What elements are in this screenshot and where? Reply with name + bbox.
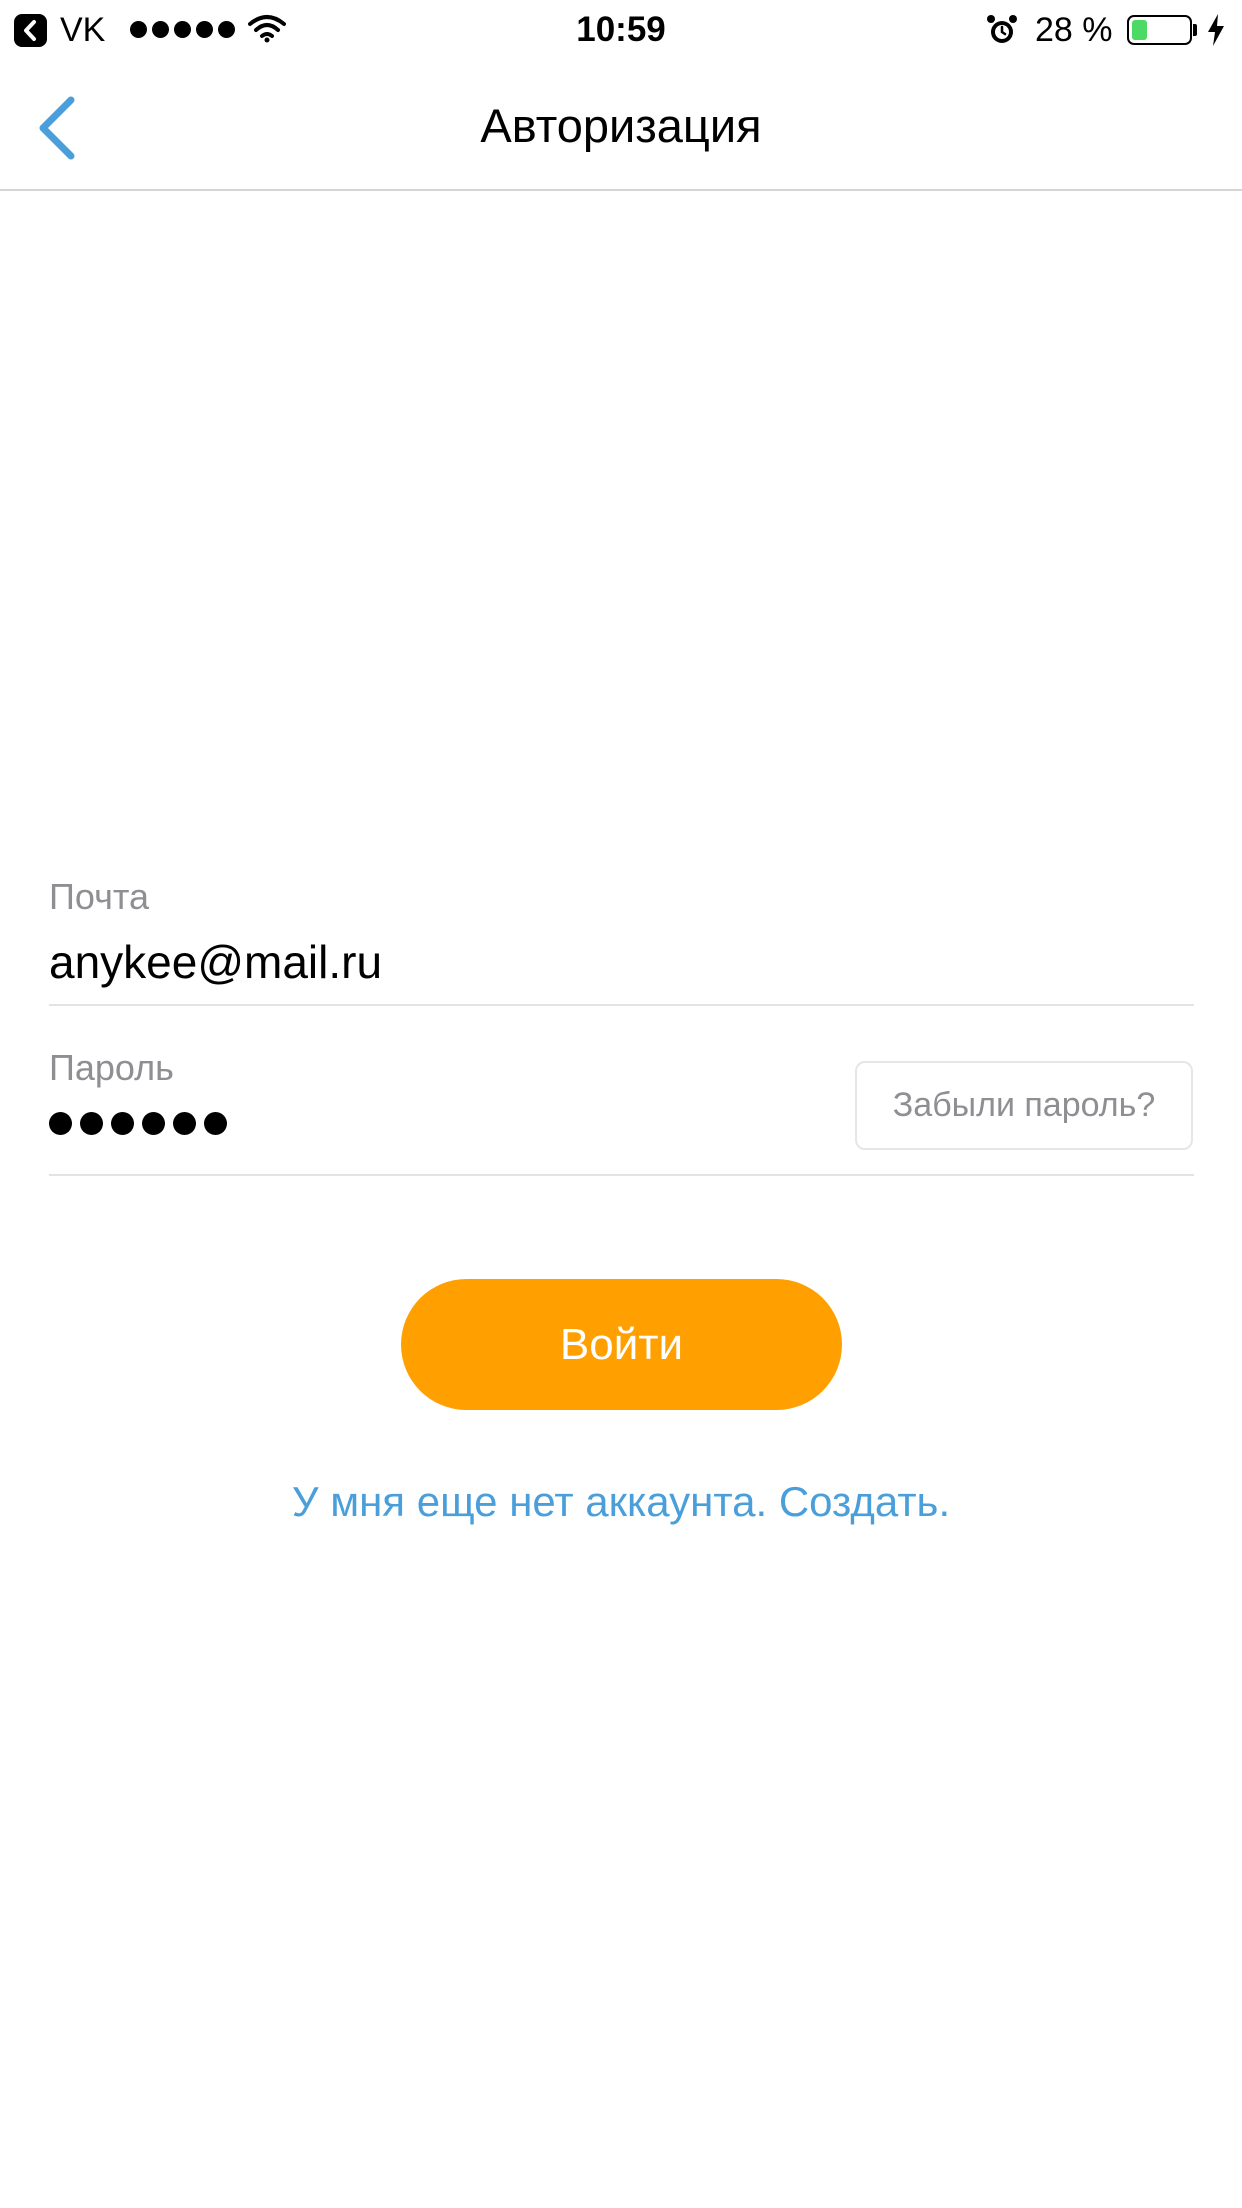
email-field[interactable]: anykee@mail.ru bbox=[49, 934, 1149, 990]
create-account-link[interactable]: У мня еще нет аккаунта. Создать. bbox=[0, 1474, 1242, 1530]
email-label: Почта bbox=[49, 876, 149, 917]
password-field[interactable] bbox=[49, 1112, 227, 1135]
password-mask-dot bbox=[173, 1112, 196, 1135]
navigation-bar: Авторизация bbox=[0, 60, 1242, 191]
forgot-password-button[interactable]: Забыли пароль? bbox=[855, 1061, 1193, 1150]
password-underline bbox=[49, 1174, 1194, 1176]
password-mask-dot bbox=[49, 1112, 72, 1135]
password-mask-dot bbox=[80, 1112, 103, 1135]
status-bar: VK 10:59 28 % bbox=[0, 0, 1242, 60]
battery-level-fill bbox=[1132, 20, 1147, 40]
login-screen: VK 10:59 28 % Авторизация Почта anykee@m… bbox=[0, 0, 1242, 2208]
password-label: Пароль bbox=[49, 1047, 174, 1088]
page-title: Авторизация bbox=[480, 99, 762, 152]
lightning-bolt-icon bbox=[1208, 14, 1224, 46]
password-mask-dot bbox=[142, 1112, 165, 1135]
login-button[interactable]: Войти bbox=[401, 1279, 842, 1410]
battery-tip bbox=[1193, 24, 1197, 36]
battery-percentage: 28 % bbox=[1035, 11, 1113, 49]
alarm-clock-icon bbox=[987, 15, 1017, 43]
password-mask-dot bbox=[111, 1112, 134, 1135]
battery-icon bbox=[1127, 15, 1192, 45]
password-mask-dot bbox=[204, 1112, 227, 1135]
email-underline bbox=[49, 1004, 1194, 1006]
